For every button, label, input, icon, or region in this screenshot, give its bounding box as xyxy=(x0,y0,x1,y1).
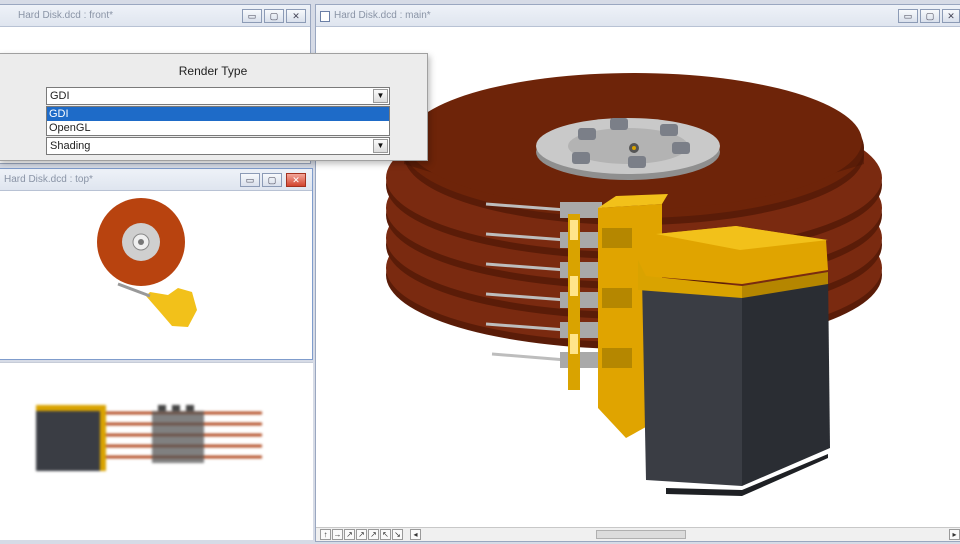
side-view-area[interactable] xyxy=(0,362,313,540)
close-button[interactable]: ✕ xyxy=(286,173,306,187)
view-right-button[interactable]: → xyxy=(332,529,343,540)
front-view-titlebar[interactable]: Hard Disk.dcd : front* ▭ ▢ ✕ xyxy=(0,5,310,27)
spindle-hub xyxy=(536,118,720,180)
top-view-canvas[interactable] xyxy=(0,192,312,359)
render-type-dropdown-list: GDI OpenGL xyxy=(46,106,390,136)
main-view-title: Hard Disk.dcd : main* xyxy=(334,10,431,21)
shading-value: Shading xyxy=(50,140,91,152)
top-view-title: Hard Disk.dcd : top* xyxy=(4,174,93,185)
close-button[interactable]: ✕ xyxy=(942,9,960,23)
view-iso-4-button[interactable]: ↖ xyxy=(380,529,391,540)
actuator-top xyxy=(146,288,197,327)
render-type-value: GDI xyxy=(50,90,70,102)
dialog-title: Render Type xyxy=(178,64,248,78)
scroll-right-button[interactable]: ▸ xyxy=(949,529,960,540)
chevron-down-icon[interactable]: ▼ xyxy=(373,139,388,153)
chevron-down-icon[interactable]: ▼ xyxy=(373,89,388,103)
horizontal-scrollbar-thumb[interactable] xyxy=(596,530,686,539)
view-up-button[interactable]: ↑ xyxy=(320,529,331,540)
shading-combobox[interactable]: Shading ▼ xyxy=(46,137,390,155)
restore-button[interactable]: ▢ xyxy=(920,9,940,23)
render-type-dialog: Render Type GDI ▼ GDI OpenGL Shading ▼ xyxy=(0,53,428,161)
front-view-title: Hard Disk.dcd : front* xyxy=(18,10,114,21)
view-iso-2-button[interactable]: ↗ xyxy=(356,529,367,540)
option-opengl[interactable]: OpenGL xyxy=(47,121,389,135)
view-iso-5-button[interactable]: ↘ xyxy=(392,529,403,540)
top-view-titlebar[interactable]: Hard Disk.dcd : top* ▭ ▢ ✕ xyxy=(0,169,312,191)
side-view-drawing xyxy=(36,405,262,471)
view-iso-3-button[interactable]: ↗ xyxy=(368,529,379,540)
document-icon xyxy=(320,11,330,22)
viewport-toolbar-strip: ↑ → ↗ ↗ ↗ ↖ ↘ ◂ ▸ xyxy=(316,527,960,541)
voice-coil-motor xyxy=(638,226,830,496)
option-gdi[interactable]: GDI xyxy=(47,107,389,121)
top-view-drawing xyxy=(97,198,197,327)
restore-button[interactable]: ▢ xyxy=(262,173,282,187)
minimize-button[interactable]: ▭ xyxy=(240,173,260,187)
scroll-left-button[interactable]: ◂ xyxy=(410,529,421,540)
minimize-button[interactable]: ▭ xyxy=(898,9,918,23)
minimize-button[interactable]: ▭ xyxy=(242,9,262,23)
close-button[interactable]: ✕ xyxy=(286,9,306,23)
render-type-combobox[interactable]: GDI ▼ xyxy=(46,87,390,105)
main-view-titlebar[interactable]: Hard Disk.dcd : main* ▭ ▢ ✕ xyxy=(316,5,960,27)
top-view-window: Hard Disk.dcd : top* ▭ ▢ ✕ xyxy=(0,168,313,360)
view-iso-1-button[interactable]: ↗ xyxy=(344,529,355,540)
restore-button[interactable]: ▢ xyxy=(264,9,284,23)
